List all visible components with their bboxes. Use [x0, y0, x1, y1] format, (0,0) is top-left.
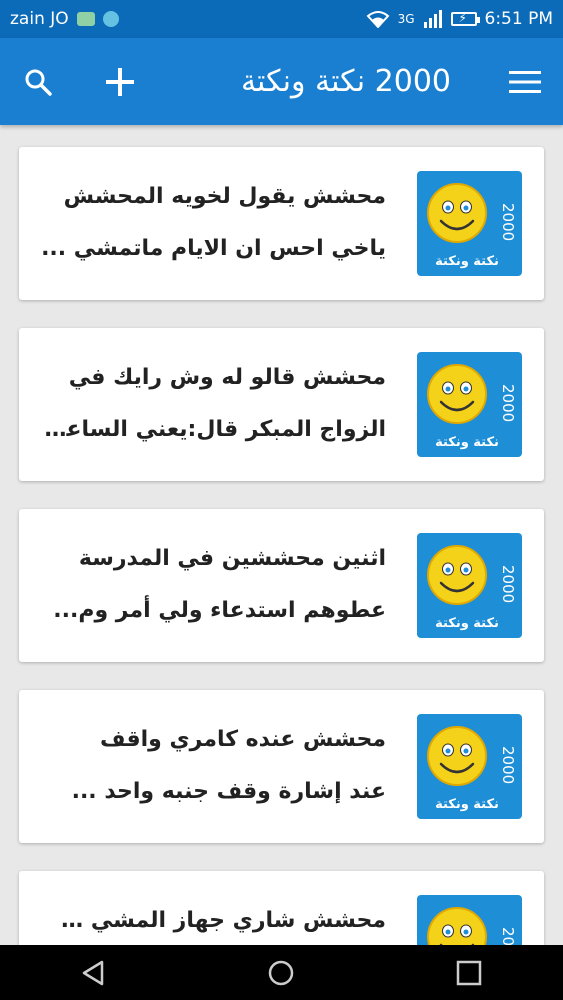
smiley-logo-icon: 2000نكتة ونكتة [427, 907, 517, 945]
carrier-name: zain JO [10, 9, 69, 29]
joke-card[interactable]: 2000نكتة ونكتة محشش شاري جهاز المشي شغله [19, 871, 544, 945]
network-type-label: 3G [397, 12, 415, 26]
menu-button[interactable] [497, 38, 553, 125]
home-icon [269, 960, 294, 985]
joke-line-2: عطوهم استدعاء ولي أمر وم... [53, 598, 386, 623]
recents-button[interactable] [439, 945, 499, 1000]
clock: 6:51 PM [484, 9, 554, 29]
joke-thumbnail: 2000نكتة ونكتة [417, 352, 522, 457]
back-icon [82, 960, 104, 985]
joke-preview: محشش عنده كامري واقف عند إشارة وقف جنبه و… [41, 714, 386, 818]
add-button[interactable] [92, 38, 148, 125]
photo-notification-icon [76, 12, 95, 26]
smiley-logo-icon: 2000نكتة ونكتة [427, 726, 517, 812]
joke-thumbnail: 2000نكتة ونكتة [417, 533, 522, 638]
joke-line-2: ياخي احس ان الايام ماتمشي ... [41, 236, 386, 261]
joke-thumbnail: 2000نكتة ونكتة [417, 714, 522, 819]
search-button[interactable] [10, 38, 66, 125]
joke-card[interactable]: 2000 نكتة ونكتة محشش يقول لخويه المحشش ياخي… [19, 147, 544, 300]
app-title: 2000 نكتة ونكتة [240, 64, 451, 99]
logo-caption: نكتة ونكتة [435, 797, 499, 812]
logo-number: 2000 [499, 565, 517, 603]
logo-number: 2000 [499, 746, 517, 784]
joke-line-1: محشش شاري جهاز المشي شغله [41, 908, 386, 933]
chat-notification-icon [102, 11, 119, 27]
logo-caption: نكتة ونكتة [435, 435, 499, 450]
joke-thumbnail: 2000نكتة ونكتة [417, 895, 522, 945]
joke-preview: محشش يقول لخويه المحشش ياخي احس ان الايام… [41, 171, 386, 275]
back-button[interactable] [64, 945, 124, 1000]
joke-line-2: الزواج المبكر قال:يعني الساعة... [41, 417, 386, 442]
logo-number: 2000 [499, 203, 517, 241]
joke-line-1: اثنين محششين في المدرسة [78, 546, 386, 571]
joke-card[interactable]: 2000 نكتة ونكتة محشش قالو له وش رايك في الز… [19, 328, 544, 481]
status-bar: zain JO 3G ⚡ 6:51 PM [0, 0, 563, 38]
search-icon [25, 69, 52, 96]
smiley-logo-icon: 2000نكتة ونكتة [427, 545, 517, 631]
smiley-logo-icon: 2000نكتة ونكتة [427, 183, 517, 269]
signal-icon [423, 10, 442, 28]
system-nav-bar [0, 945, 563, 1000]
joke-card[interactable]: 2000 نكتة ونكتة محشش عنده كامري واقف عند إش… [19, 690, 544, 843]
wifi-icon [366, 11, 390, 28]
battery-charging-icon: ⚡ [450, 11, 480, 26]
logo-number: 2000 [499, 927, 517, 945]
joke-line-1: محشش قالو له وش رايك في [68, 365, 386, 390]
joke-line-1: محشش يقول لخويه المحشش [63, 184, 386, 209]
joke-card[interactable]: 2000 نكتة ونكتة اثنين محششين في المدرسة عطو… [19, 509, 544, 662]
joke-preview: محشش شاري جهاز المشي شغله [41, 895, 386, 945]
logo-number: 2000 [499, 384, 517, 422]
app-bar: 2000 نكتة ونكتة [0, 38, 563, 125]
joke-thumbnail: 2000نكتة ونكتة [417, 171, 522, 276]
jokes-list[interactable]: 2000 نكتة ونكتة محشش يقول لخويه المحشش ياخي… [0, 125, 563, 945]
joke-line-1: محشش عنده كامري واقف [100, 727, 386, 752]
logo-caption: نكتة ونكتة [435, 616, 499, 631]
logo-caption: نكتة ونكتة [435, 254, 499, 269]
joke-line-2: عند إشارة وقف جنبه واحد ... [71, 779, 386, 804]
add-icon [106, 67, 134, 96]
joke-preview: محشش قالو له وش رايك في الزواج المبكر قال… [41, 352, 386, 456]
joke-preview: اثنين محششين في المدرسة عطوهم استدعاء ولي… [41, 533, 386, 637]
home-button[interactable] [251, 945, 311, 1000]
recents-icon [456, 960, 482, 985]
menu-icon [509, 70, 541, 93]
smiley-logo-icon: 2000نكتة ونكتة [427, 364, 517, 450]
